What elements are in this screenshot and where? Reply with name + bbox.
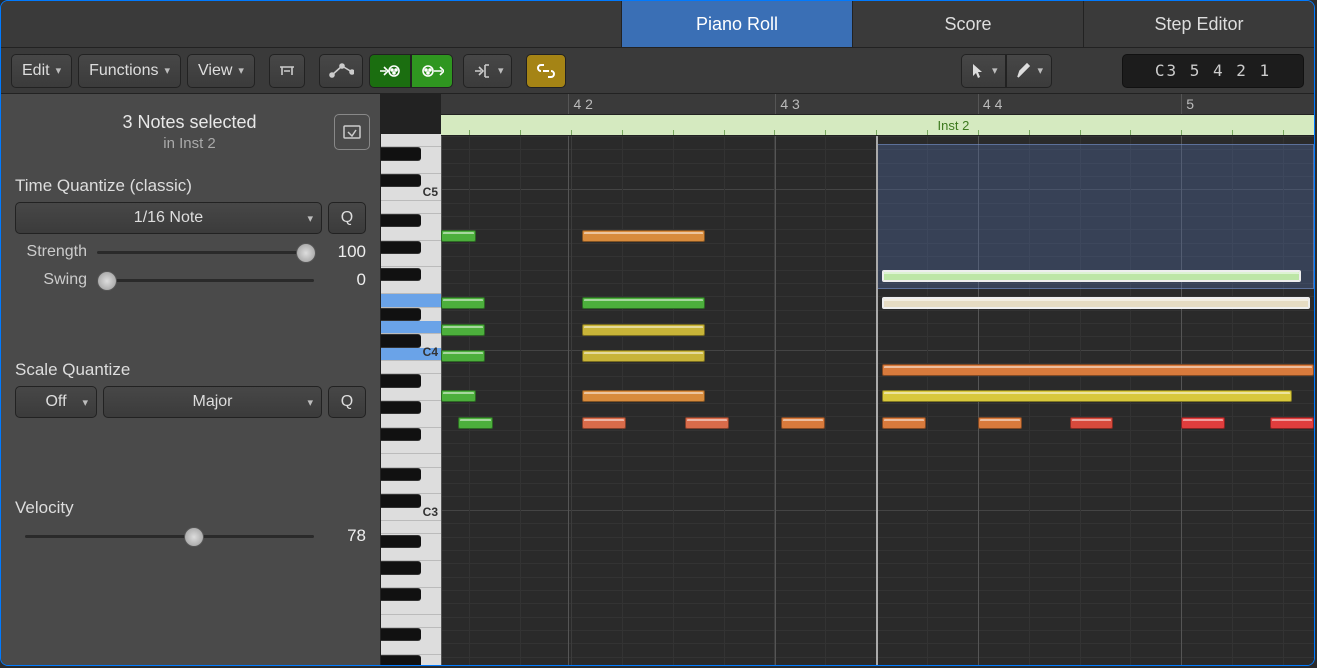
swing-slider[interactable]	[97, 270, 314, 290]
piano-keyboard[interactable]: C5 C4 C3	[381, 94, 441, 666]
time-quantize-section: Time Quantize (classic) 1/16 Note ▾ Q St…	[1, 170, 380, 304]
scale-quantize-label: Scale Quantize	[15, 360, 366, 380]
midi-note[interactable]	[441, 390, 476, 402]
quantize-value-select[interactable]: 1/16 Note ▾	[15, 202, 322, 234]
chevron-down-icon: ▾	[498, 64, 504, 77]
selection-subtitle: in Inst 2	[45, 135, 334, 152]
selection-title: 3 Notes selected	[45, 112, 334, 133]
strength-label: Strength	[15, 243, 87, 261]
chevron-down-icon: ▾	[1037, 64, 1043, 77]
piano-roll-editor: C5 C4 C3 4 2 4 3 4 4 5 Inst 2	[381, 94, 1314, 666]
midi-note[interactable]	[441, 350, 485, 362]
scale-quantize-apply-button[interactable]: Q	[328, 386, 366, 418]
midi-note[interactable]	[582, 417, 626, 429]
ruler-mark: 4 2	[568, 94, 592, 114]
scale-quantize-section: Scale Quantize Off ▾ Major ▾ Q	[1, 354, 380, 432]
chevron-down-icon: ▾	[307, 396, 313, 409]
midi-note[interactable]	[781, 417, 825, 429]
tab-step-editor[interactable]: Step Editor	[1083, 1, 1314, 47]
tab-score[interactable]: Score	[852, 1, 1083, 47]
scale-type-select[interactable]: Major ▾	[103, 386, 322, 418]
midi-note[interactable]	[441, 324, 485, 336]
chevron-down-icon: ▾	[307, 212, 313, 225]
velocity-section: Velocity 78	[1, 492, 380, 560]
ruler-mark: 4 3	[775, 94, 799, 114]
strength-value: 100	[324, 242, 366, 262]
midi-note[interactable]	[882, 417, 926, 429]
midi-note[interactable]	[685, 417, 729, 429]
snap-button[interactable]	[269, 54, 305, 88]
midi-note[interactable]	[882, 270, 1301, 282]
swing-label: Swing	[15, 271, 87, 289]
midi-note[interactable]	[882, 297, 1310, 309]
midi-note[interactable]	[441, 297, 485, 309]
edit-menu[interactable]: Edit▾	[11, 54, 72, 88]
ruler-mark: 4 4	[978, 94, 1002, 114]
velocity-slider[interactable]	[25, 526, 314, 546]
midi-note[interactable]	[1181, 417, 1225, 429]
time-quantize-label: Time Quantize (classic)	[15, 176, 366, 196]
midi-note[interactable]	[582, 350, 704, 362]
automation-button[interactable]	[319, 54, 363, 88]
chevron-down-icon: ▾	[56, 64, 62, 77]
midi-note[interactable]	[882, 364, 1314, 376]
position-display[interactable]: C3 5 4 2 1	[1122, 54, 1304, 88]
time-ruler[interactable]: 4 2 4 3 4 4 5	[441, 94, 1314, 115]
midi-out-button[interactable]	[411, 54, 453, 88]
selection-rectangle	[876, 144, 1314, 289]
note-grid[interactable]	[441, 136, 1314, 666]
octave-label: C5	[423, 185, 438, 199]
pointer-tool[interactable]: ▾	[961, 54, 1007, 88]
octave-label: C3	[423, 505, 438, 519]
inspector-panel: 3 Notes selected in Inst 2 Time Quantize…	[1, 94, 381, 666]
quantize-apply-button[interactable]: Q	[328, 202, 366, 234]
midi-note[interactable]	[882, 390, 1292, 402]
chevron-down-icon: ▾	[238, 64, 244, 77]
chevron-down-icon: ▾	[82, 396, 88, 409]
local-inspector-toggle[interactable]	[334, 114, 370, 150]
velocity-label: Velocity	[15, 498, 366, 518]
view-menu[interactable]: View▾	[187, 54, 255, 88]
toolbar: Edit▾ Functions▾ View▾ ▾	[1, 48, 1314, 94]
midi-note[interactable]	[582, 390, 704, 402]
midi-note[interactable]	[1270, 417, 1314, 429]
midi-note[interactable]	[1070, 417, 1114, 429]
chevron-down-icon: ▾	[992, 64, 998, 77]
midi-note[interactable]	[441, 230, 476, 242]
octave-label: C4	[423, 345, 438, 359]
swing-value: 0	[324, 270, 366, 290]
midi-note[interactable]	[582, 230, 704, 242]
tab-piano-roll[interactable]: Piano Roll	[621, 1, 852, 47]
ruler-mark: 5	[1181, 94, 1194, 114]
midi-note[interactable]	[458, 417, 493, 429]
link-button[interactable]	[526, 54, 566, 88]
velocity-value: 78	[324, 526, 366, 546]
strength-slider[interactable]	[97, 242, 314, 262]
playhead[interactable]	[876, 136, 878, 666]
scale-mode-select[interactable]: Off ▾	[15, 386, 97, 418]
midi-note[interactable]	[582, 297, 704, 309]
chevron-down-icon: ▾	[164, 64, 170, 77]
midi-note[interactable]	[978, 417, 1022, 429]
collapse-button[interactable]: ▾	[463, 54, 513, 88]
editor-tabs: Piano Roll Score Step Editor	[1, 1, 1314, 48]
pencil-tool[interactable]: ▾	[1006, 54, 1052, 88]
region-header[interactable]: Inst 2	[441, 115, 1314, 136]
midi-in-button[interactable]	[369, 54, 411, 88]
midi-note[interactable]	[582, 324, 704, 336]
functions-menu[interactable]: Functions▾	[78, 54, 181, 88]
